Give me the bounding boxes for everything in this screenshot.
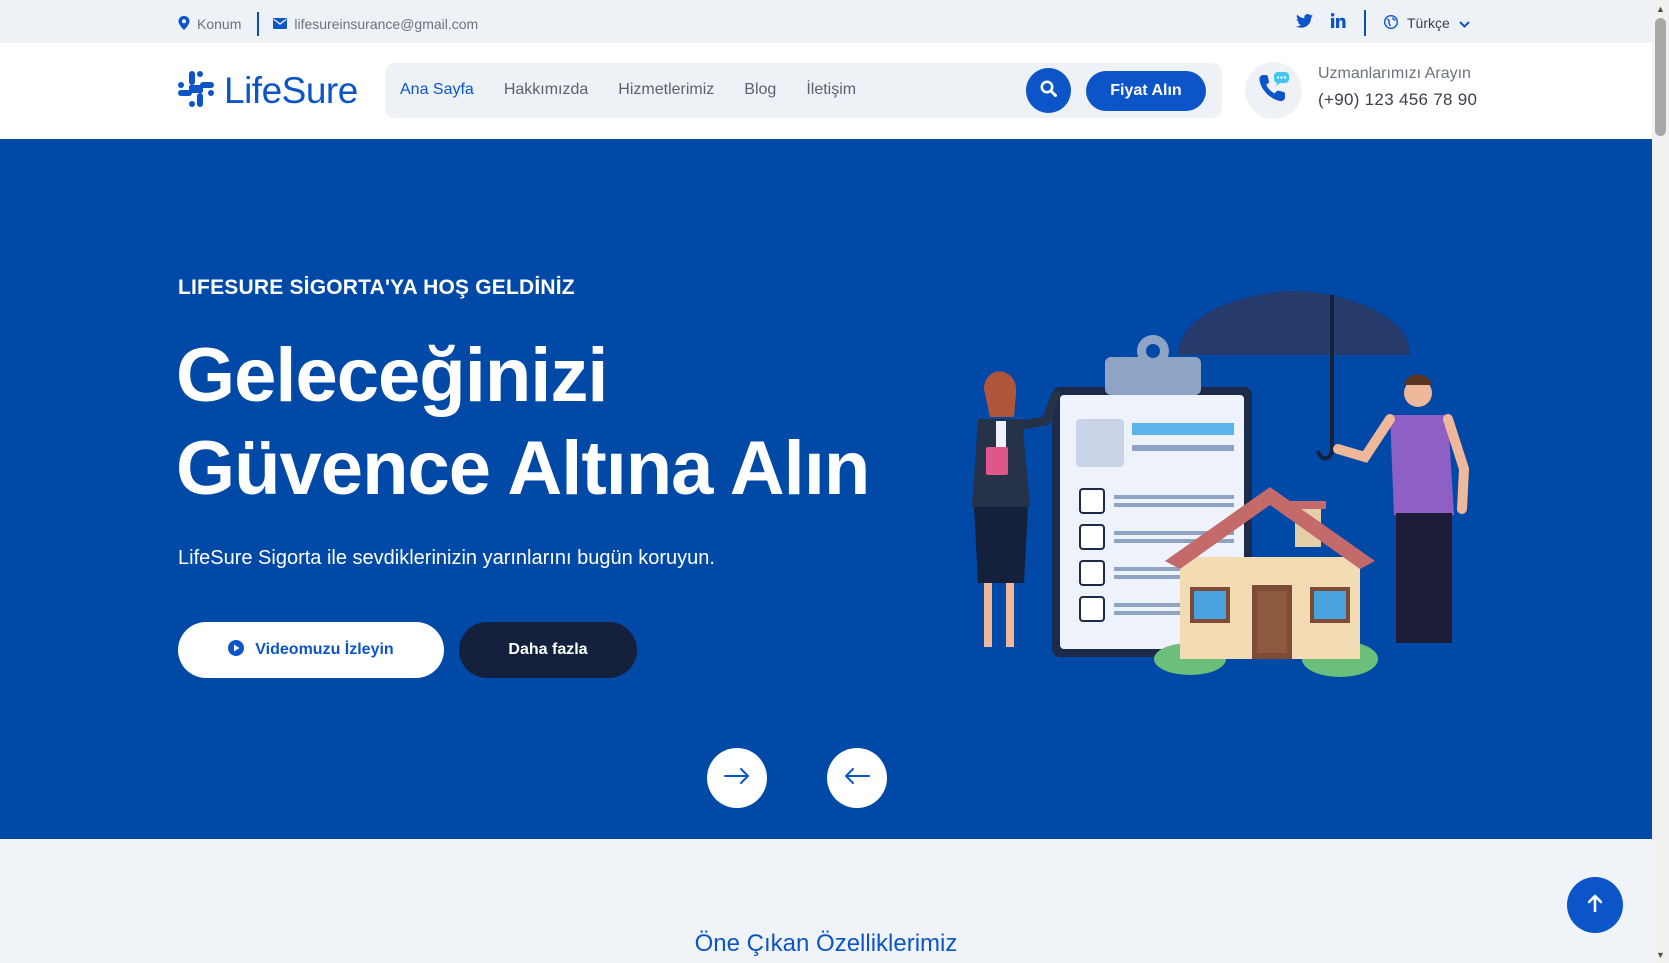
nav-item-contact[interactable]: İletişim (806, 81, 856, 99)
carousel-prev-button[interactable] (827, 748, 887, 808)
nav-item-about[interactable]: Hakkımızda (504, 81, 588, 99)
nav-bar: Ana Sayfa Hakkımızda Hizmetlerimiz Blog … (385, 63, 1222, 118)
divider (1364, 10, 1366, 36)
logo[interactable]: LifeSure (178, 70, 358, 112)
nav-item-blog[interactable]: Blog (744, 81, 776, 99)
hero-description: LifeSure Sigorta ile sevdiklerinizin yar… (178, 547, 715, 569)
phone-chat-icon (1257, 71, 1291, 110)
divider (257, 12, 260, 36)
logo-text: LifeSure (224, 70, 358, 111)
social-language: Türkçe (1296, 10, 1470, 36)
arrow-up-icon (1587, 894, 1603, 917)
email-link[interactable]: lifesureinsurance@gmail.com (273, 16, 478, 32)
scrollbar-thumb[interactable] (1655, 18, 1666, 136)
back-to-top-button[interactable] (1567, 877, 1623, 933)
chevron-down-icon (1459, 15, 1470, 31)
scroll-down-icon[interactable]: ▼ (1652, 946, 1669, 963)
search-icon (1040, 80, 1057, 102)
language-selector[interactable]: Türkçe (1383, 14, 1470, 32)
hero-section: LIFESURE SİGORTA'YA HOŞ GELDİNİZ Geleceğ… (0, 139, 1652, 839)
nav-item-home[interactable]: Ana Sayfa (400, 81, 474, 99)
globe-icon (1383, 14, 1399, 32)
hero-title-line-1: Geleceğinizi (176, 333, 609, 418)
get-quote-button[interactable]: Fiyat Alın (1086, 71, 1206, 111)
features-heading: Öne Çıkan Özelliklerimiz (694, 930, 958, 957)
hero-illustration (960, 289, 1470, 704)
top-bar: Konum lifesureinsurance@gmail.com Türkçe (0, 0, 1652, 43)
nav-item-services[interactable]: Hizmetlerimiz (618, 81, 714, 99)
logo-icon (178, 70, 214, 112)
watch-video-button[interactable]: Videomuzu İzleyin (178, 622, 444, 678)
arrow-left-icon (844, 767, 870, 789)
map-pin-icon (178, 15, 190, 33)
hero-eyebrow: LIFESURE SİGORTA'YA HOŞ GELDİNİZ (178, 276, 575, 299)
location-label: Konum (197, 16, 242, 32)
contact-info: Konum lifesureinsurance@gmail.com (178, 12, 478, 36)
arrow-right-icon (724, 767, 750, 789)
twitter-icon[interactable] (1296, 13, 1313, 33)
scrollbar[interactable] (1652, 0, 1669, 963)
hero-title-line-2: Güvence Altına Alın (176, 426, 870, 511)
search-button[interactable] (1026, 68, 1071, 113)
language-label: Türkçe (1407, 15, 1450, 31)
watch-video-label: Videomuzu İzleyin (255, 641, 394, 658)
envelope-icon (273, 16, 288, 32)
call-phone[interactable]: (+90) 123 456 78 90 (1318, 90, 1477, 110)
linkedin-icon[interactable] (1330, 13, 1346, 33)
hero-title: Geleceğinizi Güvence Altına Alın (176, 329, 870, 515)
main-nav: Ana Sayfa Hakkımızda Hizmetlerimiz Blog … (400, 81, 856, 99)
scroll-up-icon[interactable]: ▲ (1652, 0, 1669, 17)
call-experts: Uzmanlarımızı Arayın (+90) 123 456 78 90 (1318, 65, 1477, 110)
carousel-next-button[interactable] (707, 748, 767, 808)
location-link[interactable]: Konum (178, 15, 242, 33)
play-icon (228, 639, 245, 661)
more-button[interactable]: Daha fazla (459, 622, 637, 678)
call-label: Uzmanlarımızı Arayın (1318, 65, 1471, 82)
call-icon-circle[interactable] (1245, 62, 1302, 119)
main-header: LifeSure Ana Sayfa Hakkımızda Hizmetleri… (0, 43, 1652, 139)
email-label: lifesureinsurance@gmail.com (294, 16, 479, 32)
